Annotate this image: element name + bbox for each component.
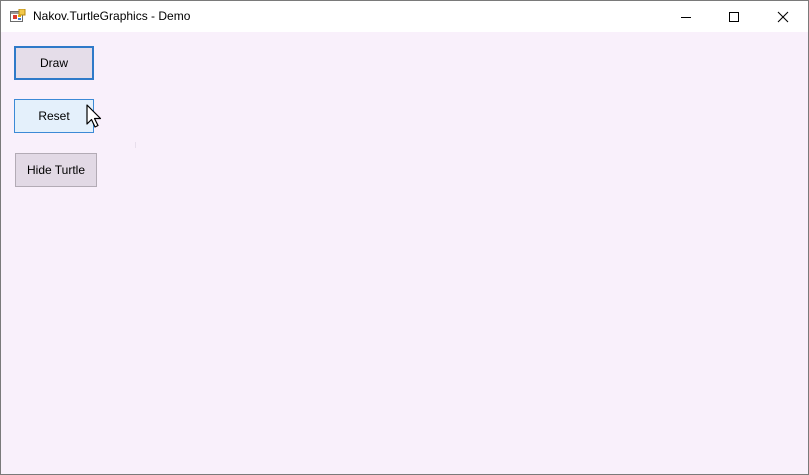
close-icon bbox=[777, 11, 789, 23]
reset-button[interactable]: Reset bbox=[14, 99, 94, 133]
draw-button[interactable]: Draw bbox=[14, 46, 94, 80]
minimize-icon bbox=[680, 11, 692, 23]
title-bar[interactable]: Nakov.TurtleGraphics - Demo bbox=[1, 1, 808, 32]
maximize-button[interactable] bbox=[711, 1, 757, 32]
minimize-button[interactable] bbox=[663, 1, 709, 32]
app-icon[interactable] bbox=[10, 8, 26, 23]
maximize-icon bbox=[728, 11, 740, 23]
form-client-area[interactable]: Draw Reset Hide Turtle bbox=[1, 32, 808, 474]
hide-turtle-button[interactable]: Hide Turtle bbox=[15, 153, 97, 187]
app-window: Nakov.TurtleGraphics - Demo Draw Reset H… bbox=[0, 0, 809, 475]
canvas-artifact bbox=[135, 142, 136, 148]
mouse-pointer-icon bbox=[86, 104, 102, 130]
close-button[interactable] bbox=[760, 1, 806, 32]
window-title: Nakov.TurtleGraphics - Demo bbox=[33, 9, 191, 23]
